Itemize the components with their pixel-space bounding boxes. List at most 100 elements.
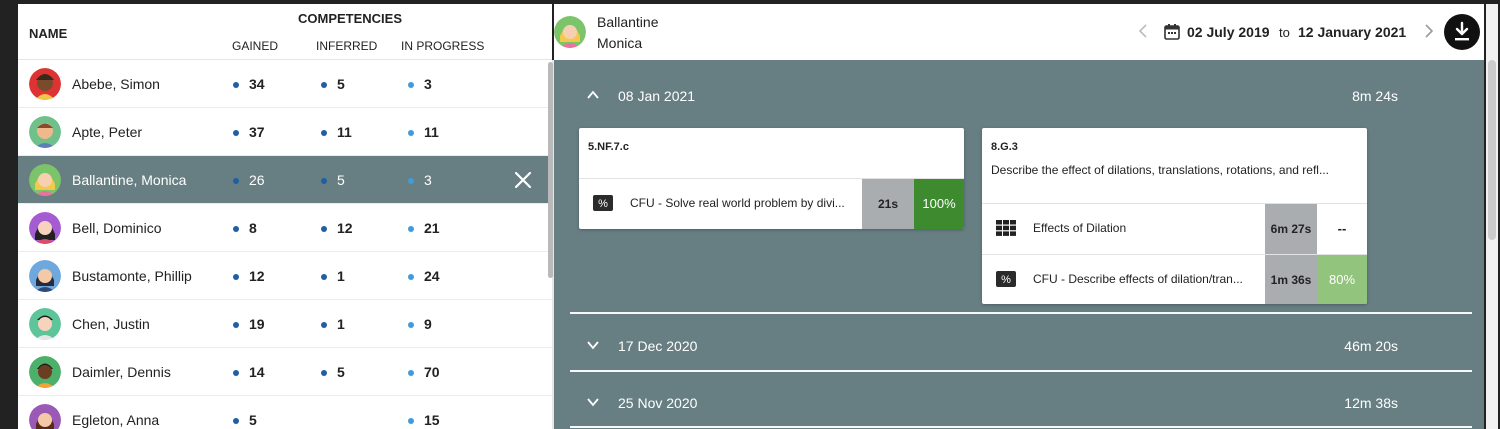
session-header[interactable]: 25 Nov 2020 12m 38s [554, 385, 1484, 425]
activity-time: 6m 27s [1265, 204, 1317, 254]
gained-count: 37 [249, 124, 265, 140]
activity-row[interactable]: % CFU - Solve real world problem by divi… [579, 178, 964, 229]
gained-dot [233, 130, 239, 136]
inferred-dot [321, 322, 327, 328]
student-row[interactable]: Bustamonte, Phillip 12 1 24 [18, 252, 552, 300]
grid-icon [996, 220, 1016, 236]
student-name: Bustamonte, Phillip [72, 268, 192, 284]
inferred-column-header[interactable]: INFERRED [316, 39, 377, 53]
gained-count: 12 [249, 268, 265, 284]
name-column-header[interactable]: NAME [29, 26, 67, 41]
avatar [29, 308, 61, 340]
student-list-scrollbar[interactable] [548, 62, 553, 278]
gained-count: 8 [249, 220, 257, 236]
in-progress-dot [408, 370, 414, 376]
inferred-dot [321, 370, 327, 376]
gained-dot [233, 178, 239, 184]
inferred-dot [321, 178, 327, 184]
in-progress-dot [408, 178, 414, 184]
student-row[interactable]: Bell, Dominico 8 12 21 [18, 204, 552, 252]
student-row[interactable]: Egleton, Anna 5 15 [18, 396, 552, 429]
activity-score: -- [1337, 221, 1347, 236]
calendar-icon[interactable] [1163, 23, 1181, 41]
session-duration: 46m 20s [1344, 338, 1398, 354]
date-to[interactable]: 12 January 2021 [1298, 24, 1406, 40]
chevron-right-icon[interactable] [1424, 23, 1434, 44]
in-progress-count: 3 [424, 76, 432, 92]
activity-row[interactable]: % CFU - Describe effects of dilation/tra… [982, 254, 1367, 304]
gained-dot [233, 322, 239, 328]
inferred-count: 1 [337, 268, 345, 284]
student-row-selected[interactable]: Ballantine, Monica 26 5 3 [18, 156, 552, 204]
gained-count: 34 [249, 76, 265, 92]
student-name: Egleton, Anna [72, 412, 160, 428]
student-list-panel: NAME COMPETENCIES GAINED INFERRED IN PRO… [18, 4, 552, 429]
chevron-up-icon[interactable] [586, 88, 600, 102]
activity-row[interactable]: Effects of Dilation 6m 27s -- [982, 203, 1367, 254]
student-row[interactable]: Abebe, Simon 34 5 3 [18, 60, 552, 108]
in-progress-count: 24 [424, 268, 440, 284]
in-progress-dot [408, 274, 414, 280]
competency-description: Describe the effect of dilations, transl… [991, 163, 1329, 177]
avatar [29, 212, 61, 244]
gained-dot [233, 274, 239, 280]
session-header[interactable]: 17 Dec 2020 46m 20s [554, 328, 1484, 368]
session-date: 25 Nov 2020 [618, 395, 698, 411]
student-name: Apte, Peter [72, 124, 143, 140]
date-from[interactable]: 02 July 2019 [1187, 24, 1270, 40]
avatar [29, 260, 61, 292]
in-progress-count: 15 [424, 412, 440, 428]
activity-label: CFU - Describe effects of dilation/tran.… [1033, 272, 1243, 286]
in-progress-count: 9 [424, 316, 432, 332]
in-progress-dot [408, 226, 414, 232]
download-icon [1455, 21, 1469, 41]
section-divider [570, 370, 1472, 372]
inferred-count: 1 [337, 316, 345, 332]
in-progress-count: 3 [424, 172, 432, 188]
percent-icon: % [593, 195, 613, 211]
in-progress-count: 11 [424, 124, 439, 140]
competency-card[interactable]: 8.G.3 Describe the effect of dilations, … [982, 128, 1367, 304]
avatar [554, 16, 586, 48]
inferred-count: 5 [337, 172, 345, 188]
svg-text:%: % [1001, 274, 1011, 286]
gained-count: 5 [249, 412, 257, 428]
activity-label: CFU - Solve real world problem by divi..… [630, 196, 845, 210]
percent-icon: % [996, 271, 1016, 287]
gained-count: 14 [249, 364, 265, 380]
in-progress-dot [408, 322, 414, 328]
svg-text:%: % [598, 198, 608, 210]
student-row[interactable]: Daimler, Dennis 14 5 70 [18, 348, 552, 396]
inferred-dot [321, 82, 327, 88]
gained-dot [233, 226, 239, 232]
detail-header: Ballantine Monica 02 July 2019 to 12 Jan… [554, 4, 1484, 60]
competency-card[interactable]: 5.NF.7.c % CFU - Solve real world proble… [579, 128, 964, 229]
in-progress-column-header[interactable]: IN PROGRESS [401, 39, 484, 53]
student-name: Bell, Dominico [72, 220, 162, 236]
app-window: NAME COMPETENCIES GAINED INFERRED IN PRO… [0, 0, 1500, 429]
student-row[interactable]: Apte, Peter 37 11 11 [18, 108, 552, 156]
in-progress-dot [408, 82, 414, 88]
inferred-count: 5 [337, 76, 345, 92]
chevron-left-icon[interactable] [1138, 23, 1148, 44]
inferred-count: 11 [337, 124, 352, 140]
chevron-down-icon[interactable] [586, 338, 600, 352]
inferred-count: 12 [337, 220, 353, 236]
session-header[interactable]: 08 Jan 2021 8m 24s [554, 78, 1484, 118]
gained-column-header[interactable]: GAINED [232, 39, 278, 53]
student-name: Ballantine, Monica [72, 172, 187, 188]
inferred-dot [321, 130, 327, 136]
avatar [29, 164, 61, 196]
in-progress-count: 70 [424, 364, 440, 380]
activity-time: 1m 36s [1265, 255, 1317, 304]
inferred-count: 5 [337, 364, 345, 380]
detail-scrollbar[interactable] [1488, 60, 1496, 240]
gained-dot [233, 82, 239, 88]
close-icon[interactable] [512, 169, 534, 191]
download-button[interactable] [1444, 14, 1480, 50]
student-row[interactable]: Chen, Justin 19 1 9 [18, 300, 552, 348]
gained-count: 26 [249, 172, 265, 188]
student-list-header: NAME COMPETENCIES GAINED INFERRED IN PRO… [18, 4, 552, 60]
chevron-down-icon[interactable] [586, 395, 600, 409]
gained-dot [233, 418, 239, 424]
